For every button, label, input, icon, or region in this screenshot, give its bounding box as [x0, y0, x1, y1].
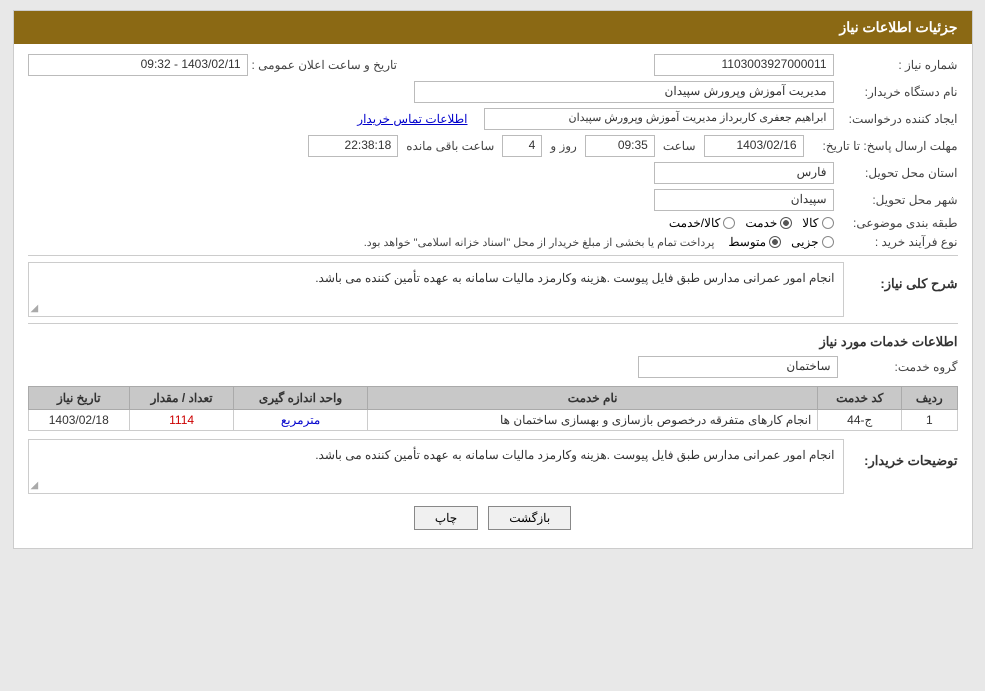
buyer-name-label: نام دستگاه خریدار:	[838, 85, 958, 99]
service-group-row: گروه خدمت: ساختمان	[28, 356, 958, 378]
category-label: طبقه بندی موضوعی:	[838, 216, 958, 230]
category-option-kala-khedmat: کالا/خدمت	[669, 216, 735, 230]
cell-date: 1403/02/18	[28, 410, 130, 431]
remaining-time-value: 22:38:18	[308, 135, 398, 157]
purchase-label-jozi: جزیی	[791, 235, 818, 249]
col-header-date: تاریخ نیاز	[28, 387, 130, 410]
cell-quantity: 1114	[130, 410, 234, 431]
services-table-section: ردیف کد خدمت نام خدمت واحد اندازه گیری ت…	[28, 386, 958, 431]
announce-date-value: 1403/02/11 - 09:32	[28, 54, 248, 76]
table-row: 1 ج-44 انجام کارهای متفرقه درخصوص بازساز…	[28, 410, 957, 431]
category-radio-group: کالا خدمت کالا/خدمت	[669, 216, 834, 230]
category-label-kala-khedmat: کالا/خدمت	[669, 216, 720, 230]
category-row: طبقه بندی موضوعی: کالا خدمت کالا/خدمت	[28, 216, 958, 230]
content-area: شماره نیاز : 1103003927000011 تاریخ و سا…	[14, 44, 972, 548]
purchase-note: پرداخت تمام یا بخشی از مبلغ خریدار از مح…	[364, 236, 725, 249]
requester-label: ایجاد کننده درخواست:	[838, 112, 958, 126]
purchase-type-motevaset: متوسط	[728, 235, 781, 249]
category-radio-kala[interactable]	[822, 217, 834, 229]
category-label-kala: کالا	[802, 216, 818, 230]
need-number-value: 1103003927000011	[654, 54, 834, 76]
page-header: جزئیات اطلاعات نیاز	[14, 11, 972, 44]
remaining-label: ساعت باقی مانده	[402, 139, 498, 153]
purchase-radio-motevaset[interactable]	[769, 236, 781, 248]
button-row: بازگشت چاپ	[28, 506, 958, 530]
deadline-row: مهلت ارسال پاسخ: تا تاریخ: 1403/02/16 سا…	[28, 135, 958, 157]
service-group-label: گروه خدمت:	[838, 360, 958, 374]
divider1	[28, 255, 958, 256]
col-header-row: ردیف	[902, 387, 957, 410]
need-number-label: شماره نیاز :	[838, 58, 958, 72]
category-option-khedmat: خدمت	[745, 216, 792, 230]
page-title: جزئیات اطلاعات نیاز	[839, 19, 957, 35]
buyer-name-row: نام دستگاه خریدار: مدیریت آموزش وپرورش س…	[28, 81, 958, 103]
general-desc-row: شرح کلی نیاز: انجام امور عمرانی مدارس طب…	[28, 262, 958, 317]
cell-code: ج-44	[818, 410, 902, 431]
buyer-desc-container: انجام امور عمرانی مدارس طبق فایل پیوست .…	[28, 439, 844, 494]
announce-label: تاریخ و ساعت اعلان عمومی :	[252, 58, 398, 72]
main-container: جزئیات اطلاعات نیاز شماره نیاز : 1103003…	[13, 10, 973, 549]
services-title: اطلاعات خدمات مورد نیاز	[28, 334, 958, 350]
services-table: ردیف کد خدمت نام خدمت واحد اندازه گیری ت…	[28, 386, 958, 431]
purchase-label-motevaset: متوسط	[728, 235, 766, 249]
deadline-date-value: 1403/02/16	[704, 135, 804, 157]
category-radio-kala-khedmat[interactable]	[723, 217, 735, 229]
buyer-desc-row: توضیحات خریدار: انجام امور عمرانی مدارس …	[28, 439, 958, 494]
buyer-name-value: مدیریت آموزش وپرورش سپیدان	[414, 81, 834, 103]
days-label: روز و	[546, 139, 581, 153]
general-desc-title: شرح کلی نیاز:	[848, 272, 958, 292]
purchase-type-radio-group: جزیی متوسط	[728, 235, 833, 249]
cell-name: انجام کارهای متفرقه درخصوص بازسازی و بهس…	[367, 410, 817, 431]
cell-row: 1	[902, 410, 957, 431]
purchase-type-row: نوع فرآیند خرید : جزیی متوسط پرداخت تمام…	[28, 235, 958, 249]
resize-icon-2: ◢	[31, 480, 39, 491]
general-desc-value: انجام امور عمرانی مدارس طبق فایل پیوست .…	[33, 267, 839, 289]
col-header-name: نام خدمت	[367, 387, 817, 410]
city-label: شهر محل تحویل:	[838, 193, 958, 207]
deadline-label: مهلت ارسال پاسخ: تا تاریخ:	[808, 139, 958, 153]
time-label: ساعت	[659, 139, 700, 153]
purchase-type-label: نوع فرآیند خرید :	[838, 235, 958, 249]
deadline-time-value: 09:35	[585, 135, 655, 157]
col-header-unit: واحد اندازه گیری	[234, 387, 368, 410]
city-value: سپیدان	[654, 189, 834, 211]
category-radio-khedmat[interactable]	[780, 217, 792, 229]
contact-link[interactable]: اطلاعات تماس خریدار	[357, 112, 467, 126]
category-option-kala: کالا	[802, 216, 833, 230]
days-value: 4	[502, 135, 542, 157]
requester-row: ایجاد کننده درخواست: ابراهیم جعفری کاربر…	[28, 108, 958, 130]
general-desc-container: انجام امور عمرانی مدارس طبق فایل پیوست .…	[28, 262, 844, 317]
purchase-radio-jozi[interactable]	[822, 236, 834, 248]
divider2	[28, 323, 958, 324]
city-row: شهر محل تحویل: سپیدان	[28, 189, 958, 211]
buyer-desc-value: انجام امور عمرانی مدارس طبق فایل پیوست .…	[33, 444, 839, 466]
province-value: فارس	[654, 162, 834, 184]
purchase-type-jozi: جزیی	[791, 235, 833, 249]
print-button[interactable]: چاپ	[414, 506, 478, 530]
back-button[interactable]: بازگشت	[488, 506, 571, 530]
col-header-quantity: تعداد / مقدار	[130, 387, 234, 410]
province-row: استان محل تحویل: فارس	[28, 162, 958, 184]
service-group-value: ساختمان	[638, 356, 838, 378]
province-label: استان محل تحویل:	[838, 166, 958, 180]
cell-unit: مترمربع	[234, 410, 368, 431]
buyer-desc-label: توضیحات خریدار:	[848, 449, 958, 469]
need-number-row: شماره نیاز : 1103003927000011 تاریخ و سا…	[28, 54, 958, 76]
col-header-code: کد خدمت	[818, 387, 902, 410]
requester-value: ابراهیم جعفری کاربرداز مدیریت آموزش وپرو…	[484, 108, 834, 130]
category-label-khedmat: خدمت	[745, 216, 777, 230]
resize-icon: ◢	[31, 303, 39, 314]
